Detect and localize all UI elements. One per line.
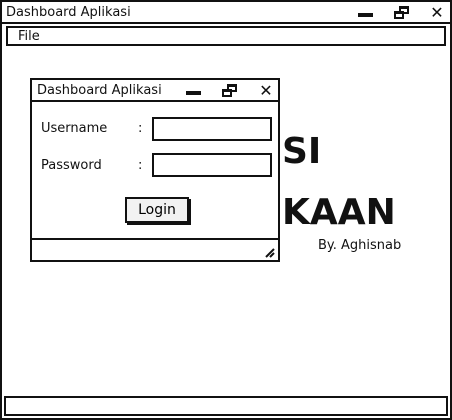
minimize-icon <box>185 91 201 95</box>
username-input[interactable] <box>152 117 272 141</box>
close-icon: ✕ <box>430 3 444 22</box>
background-title-line-1: SI <box>282 131 322 172</box>
login-dialog: Dashboard Aplikasi ✕ Username : Password… <box>30 78 280 262</box>
resize-grip-icon[interactable] <box>263 246 275 258</box>
background-credit: By. Aghisnab <box>318 238 402 253</box>
dialog-restore-button[interactable] <box>219 82 241 100</box>
username-colon: : <box>138 121 143 136</box>
password-label: Password <box>41 158 102 173</box>
minimize-button[interactable] <box>354 4 376 22</box>
dialog-minimize-button[interactable] <box>182 82 204 100</box>
password-input[interactable] <box>152 153 272 177</box>
dialog-titlebar[interactable]: Dashboard Aplikasi ✕ <box>32 80 278 102</box>
background-title-line-2: KAAN <box>282 192 396 233</box>
dialog-title: Dashboard Aplikasi <box>37 83 162 98</box>
login-button[interactable]: Login <box>125 197 189 223</box>
main-window-title: Dashboard Aplikasi <box>6 5 131 20</box>
menu-file[interactable]: File <box>18 28 40 45</box>
restore-button[interactable] <box>391 4 413 22</box>
restore-icon <box>222 84 238 98</box>
minimize-icon <box>357 13 373 17</box>
menu-bar: File <box>6 26 446 46</box>
main-titlebar[interactable]: Dashboard Aplikasi ✕ <box>2 2 450 24</box>
dialog-status-bar <box>32 238 278 260</box>
close-button[interactable]: ✕ <box>426 4 448 22</box>
dialog-close-button[interactable]: ✕ <box>255 82 277 100</box>
restore-icon <box>394 6 410 20</box>
password-colon: : <box>138 158 143 173</box>
close-icon: ✕ <box>259 81 273 100</box>
username-label: Username <box>41 121 108 136</box>
main-status-bar <box>4 396 448 416</box>
